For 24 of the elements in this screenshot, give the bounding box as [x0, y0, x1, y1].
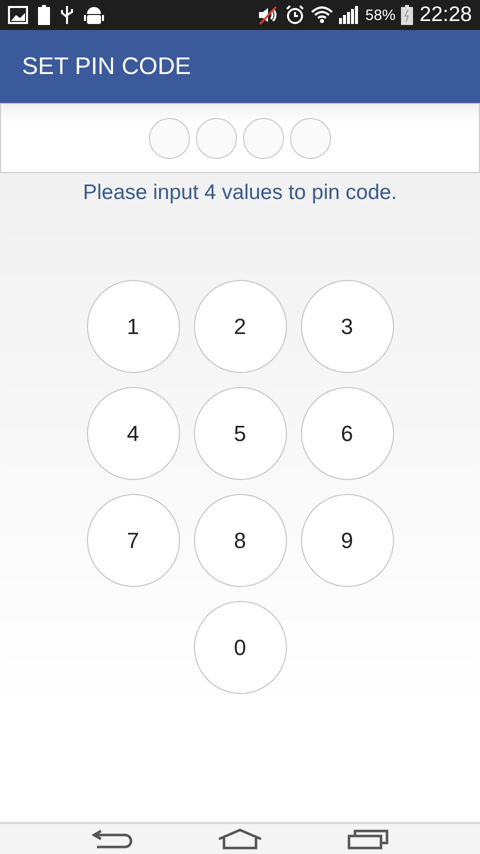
recent-apps-icon[interactable] [347, 828, 389, 850]
wifi-icon [311, 6, 334, 24]
signal-icon [339, 6, 360, 24]
number-key[interactable]: 3 [300, 280, 394, 373]
mute-icon [257, 5, 280, 25]
instruction-text: Please input 4 values to pin code. [82, 181, 398, 205]
number-key[interactable]: 8 [194, 494, 286, 587]
screen-title: SET PIN CODE [22, 52, 191, 80]
number-key[interactable]: 7 [86, 494, 180, 587]
battery-charging-icon [401, 5, 414, 25]
number-key[interactable]: 0 [194, 601, 286, 694]
number-key[interactable]: 5 [194, 387, 286, 480]
home-icon[interactable] [217, 828, 263, 850]
number-key[interactable]: 1 [86, 280, 180, 373]
back-icon[interactable] [91, 828, 133, 850]
number-key[interactable]: 6 [300, 387, 394, 480]
clock-time: 22:28 [419, 3, 472, 27]
usb-icon [60, 5, 74, 25]
number-key[interactable]: 2 [194, 280, 286, 373]
number-key[interactable]: 4 [86, 387, 180, 480]
gallery-icon [8, 6, 28, 24]
alarm-icon [285, 5, 306, 25]
battery-percent: 58% [365, 6, 396, 24]
number-key[interactable]: 9 [300, 494, 394, 587]
